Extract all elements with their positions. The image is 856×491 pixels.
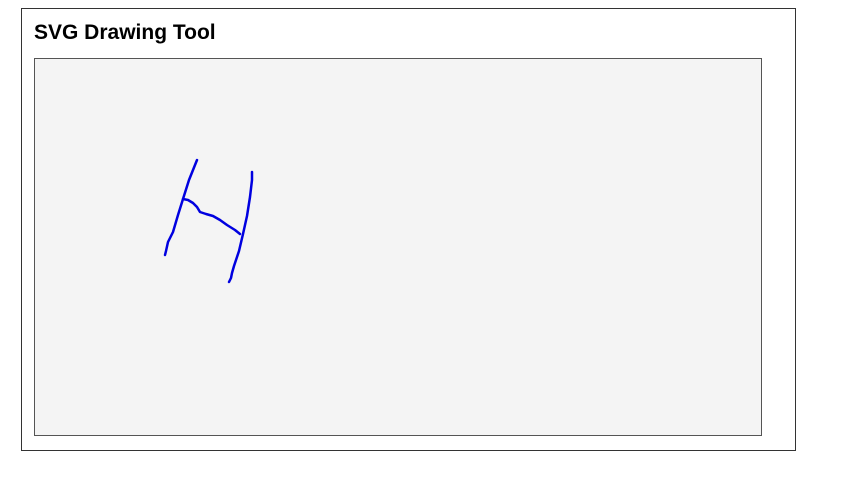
drawing-surface[interactable] — [35, 59, 761, 435]
page-title: SVG Drawing Tool — [34, 21, 216, 44]
left-vertical-stroke — [163, 158, 199, 257]
crossbar-stroke — [181, 197, 242, 236]
drawing-canvas[interactable] — [34, 58, 762, 436]
app-frame: SVG Drawing Tool — [21, 8, 796, 451]
